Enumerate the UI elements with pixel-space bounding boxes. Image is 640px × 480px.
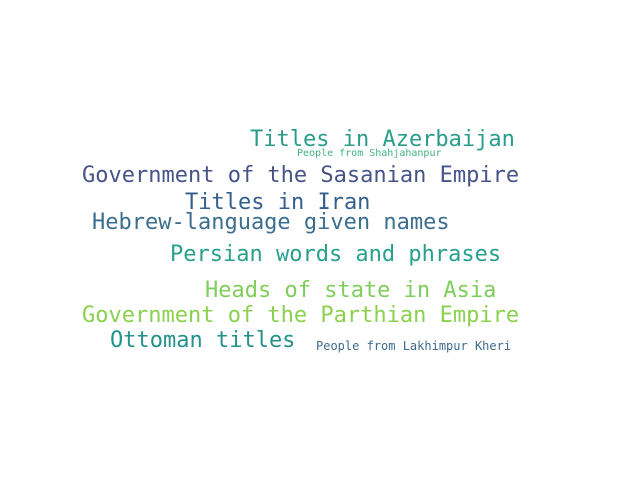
word-persian-words-and-phrases: Persian words and phrases [170, 242, 502, 267]
word-hebrew-language-given-names: Hebrew-language given names [92, 210, 450, 235]
word-heads-of-state-in-asia: Heads of state in Asia [205, 278, 497, 303]
word-government-of-the-sasanian-empire: Government of the Sasanian Empire [82, 163, 520, 188]
word-cloud: Titles in Azerbaijan People from Shahjah… [0, 0, 640, 480]
word-people-from-lakhimpur-kheri: People from Lakhimpur Kheri [316, 339, 512, 353]
word-people-from-shahjahanpur: People from Shahjahanpur [297, 148, 442, 159]
word-government-of-the-parthian-empire: Government of the Parthian Empire [82, 303, 520, 328]
word-ottoman-titles: Ottoman titles [110, 328, 296, 353]
